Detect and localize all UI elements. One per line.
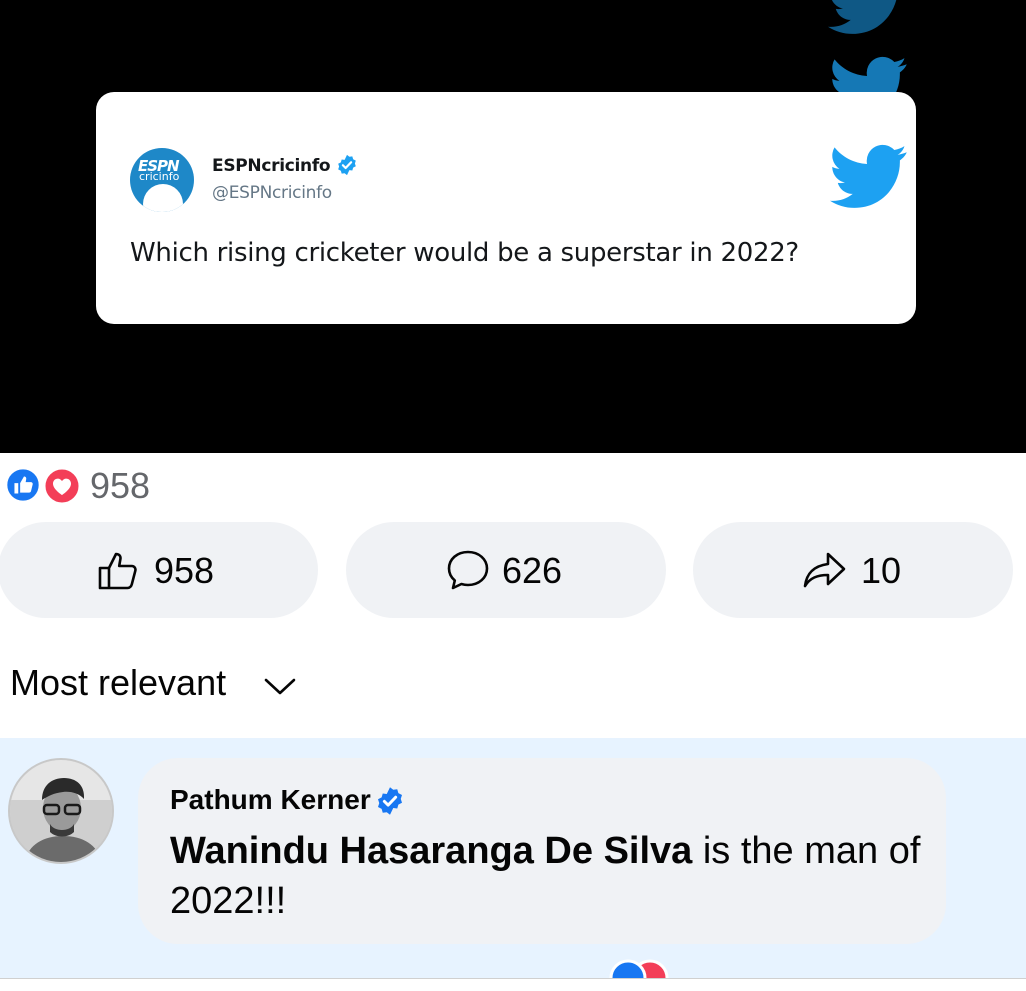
- tweet-account-name: ESPNcricinfo: [212, 156, 331, 176]
- comment-count: 626: [502, 550, 563, 591]
- share-count: 10: [861, 550, 902, 591]
- comment-text: Wanindu Hasaranga De Silva is the man of…: [170, 826, 930, 926]
- comment-bubble-icon: [447, 550, 489, 590]
- tweet-text: Which rising cricketer would be a supers…: [130, 238, 799, 268]
- like-count: 958: [154, 550, 215, 591]
- thumbs-up-icon: [98, 552, 137, 590]
- comment-sort-dropdown[interactable]: Most relevant: [10, 662, 226, 704]
- tweet-card: [96, 92, 916, 324]
- like-button[interactable]: 958: [0, 522, 318, 618]
- post-media[interactable]: ESPN cricinfo ESPNcricinfo @ESPNcricinfo…: [0, 0, 1026, 453]
- comment-reaction-icons: [609, 959, 669, 978]
- chevron-down-icon[interactable]: [262, 672, 298, 700]
- comment-button[interactable]: 626: [346, 522, 666, 618]
- logo-text-cricinfo: cricinfo: [139, 170, 180, 183]
- reaction-count[interactable]: 958: [90, 465, 150, 507]
- share-button[interactable]: 10: [693, 522, 1013, 618]
- comment-author-name[interactable]: Pathum Kerner: [170, 784, 371, 816]
- cricket-ball-icon: [143, 184, 183, 212]
- tweet-handle: @ESPNcricinfo: [212, 183, 332, 203]
- screen-bottom-edge: [0, 978, 1026, 991]
- tweet-avatar-logo: ESPN cricinfo: [130, 148, 194, 212]
- love-reaction-icon: [42, 466, 82, 506]
- comment-reaction-summary[interactable]: [606, 958, 686, 978]
- verified-badge-icon: [378, 787, 402, 815]
- twitter-bird-icon: [828, 0, 897, 34]
- share-arrow-icon: [803, 552, 846, 588]
- verified-badge-icon: [338, 154, 356, 176]
- like-reaction-icon: [4, 466, 42, 504]
- twitter-bird-icon: [830, 144, 907, 208]
- avatar-photo: [10, 760, 112, 862]
- avatar[interactable]: [8, 758, 114, 864]
- comment-mention-link[interactable]: Wanindu Hasaranga De Silva: [170, 830, 692, 872]
